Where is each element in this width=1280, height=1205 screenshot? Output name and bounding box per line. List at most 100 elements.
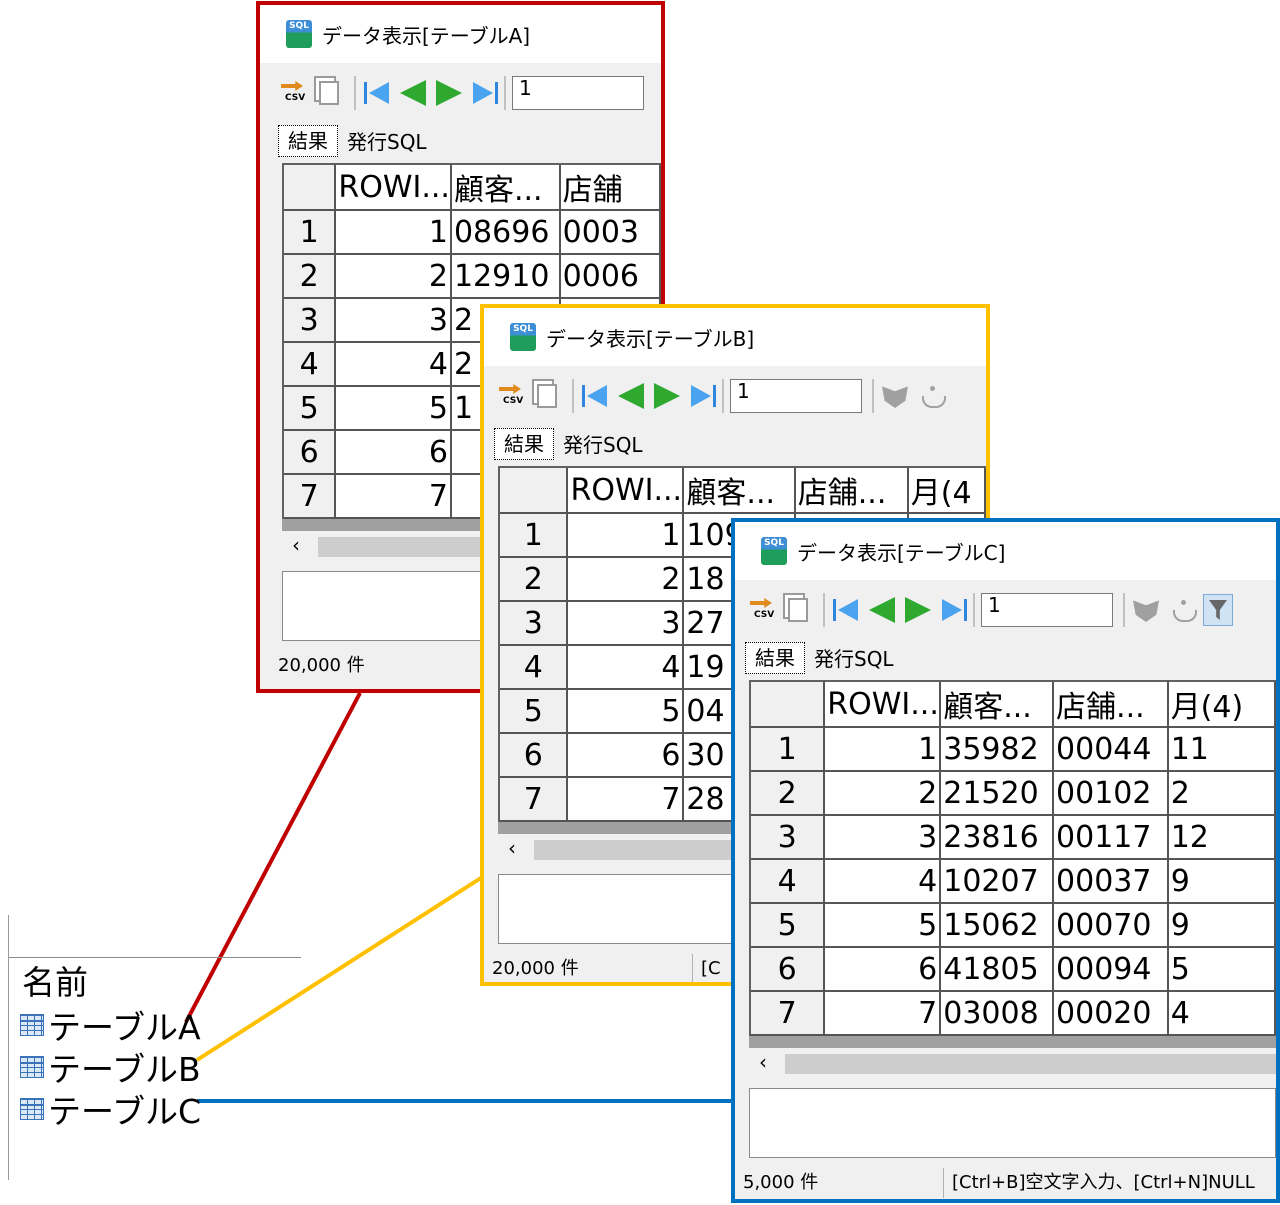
tab-result[interactable]: 結果: [745, 642, 805, 674]
cell[interactable]: 00102: [1053, 771, 1169, 816]
last-page-button[interactable]: [470, 78, 500, 108]
column-header[interactable]: 店舗...: [1053, 682, 1169, 728]
first-page-button[interactable]: [831, 595, 861, 625]
horizontal-scrollbar[interactable]: ‹: [749, 1036, 1276, 1080]
cell[interactable]: 00094: [1053, 947, 1169, 992]
row-header[interactable]: 2: [500, 557, 569, 602]
window-titlebar[interactable]: SQL データ表示[テーブルC]: [735, 522, 1276, 580]
cell[interactable]: 15062: [940, 903, 1055, 948]
cell[interactable]: 4: [335, 342, 452, 387]
table-row[interactable]: 7 7 03008 00020 4: [751, 991, 1276, 1036]
next-page-button[interactable]: [652, 381, 682, 411]
empty-string-button[interactable]: [1167, 595, 1197, 625]
row-header[interactable]: 1: [751, 727, 826, 772]
last-page-button[interactable]: [939, 595, 969, 625]
column-header[interactable]: ROWI...: [824, 682, 942, 728]
column-header[interactable]: 月(4: [907, 468, 986, 514]
cell[interactable]: 5: [824, 903, 942, 948]
cell[interactable]: 41805: [940, 947, 1055, 992]
page-number-input[interactable]: 1: [512, 76, 644, 110]
cell[interactable]: 4: [824, 859, 942, 904]
cell[interactable]: 35982: [940, 727, 1055, 772]
object-item-table-a[interactable]: テーブルA: [20, 1005, 201, 1047]
next-page-button[interactable]: [434, 78, 464, 108]
column-header[interactable]: 顧客...: [940, 682, 1055, 728]
table-row[interactable]: 4 4 10207 00037 9: [751, 859, 1276, 904]
scroll-left-icon[interactable]: ‹: [292, 531, 300, 559]
prev-page-button[interactable]: [867, 595, 897, 625]
cell[interactable]: 3: [824, 815, 942, 860]
table-row[interactable]: 3 3 23816 00117 12: [751, 815, 1276, 860]
object-item-table-c[interactable]: テーブルC: [20, 1089, 201, 1131]
cell[interactable]: 08696: [450, 210, 561, 255]
corner-cell[interactable]: [500, 468, 569, 514]
row-header[interactable]: 6: [751, 947, 826, 992]
cell[interactable]: 00044: [1053, 727, 1169, 772]
cell[interactable]: 00037: [1053, 859, 1169, 904]
table-row[interactable]: 2 2 21520 00102 2: [751, 771, 1276, 816]
tab-issued-sql[interactable]: 発行SQL: [554, 430, 652, 460]
row-header[interactable]: 4: [500, 645, 569, 690]
column-header[interactable]: 店舗...: [794, 468, 909, 514]
scroll-thumb[interactable]: [785, 1054, 1276, 1074]
cell[interactable]: 5: [1167, 947, 1276, 992]
row-header[interactable]: 2: [751, 771, 826, 816]
cell[interactable]: 4: [1167, 991, 1276, 1036]
corner-cell[interactable]: [284, 165, 337, 211]
csv-export-button[interactable]: CSV: [747, 595, 777, 625]
row-header[interactable]: 3: [751, 815, 826, 860]
row-header[interactable]: 7: [284, 474, 337, 519]
empty-string-button[interactable]: [916, 381, 946, 411]
first-page-button[interactable]: [580, 381, 610, 411]
scroll-left-icon[interactable]: ‹: [508, 834, 516, 862]
cell[interactable]: 1: [567, 513, 685, 558]
table-row[interactable]: 6 6 41805 00094 5: [751, 947, 1276, 992]
row-header[interactable]: 3: [284, 298, 337, 343]
cell[interactable]: 5: [335, 386, 452, 431]
tab-result[interactable]: 結果: [278, 125, 338, 157]
cell[interactable]: 5: [567, 689, 685, 734]
column-header[interactable]: 店舗: [559, 165, 661, 211]
row-header[interactable]: 7: [500, 777, 569, 822]
cell[interactable]: 23816: [940, 815, 1055, 860]
object-item-table-b[interactable]: テーブルB: [20, 1047, 201, 1089]
page-number-input[interactable]: 1: [730, 379, 862, 413]
cell[interactable]: 0006: [559, 254, 661, 299]
copy-button[interactable]: [532, 381, 562, 411]
window-titlebar[interactable]: SQL データ表示[テーブルA]: [260, 5, 661, 63]
row-header[interactable]: 5: [751, 903, 826, 948]
tab-issued-sql[interactable]: 発行SQL: [805, 644, 903, 674]
row-header[interactable]: 4: [751, 859, 826, 904]
cell[interactable]: 00020: [1053, 991, 1169, 1036]
column-header[interactable]: 顧客...: [450, 165, 561, 211]
column-header[interactable]: ROWI...: [567, 468, 685, 514]
cell[interactable]: 00070: [1053, 903, 1169, 948]
table-row[interactable]: 1 1 35982 00044 11: [751, 727, 1276, 772]
corner-cell[interactable]: [751, 682, 826, 728]
column-header[interactable]: ROWI...: [335, 165, 452, 211]
cell[interactable]: 21520: [940, 771, 1055, 816]
nullable-toggle-button[interactable]: [1131, 595, 1161, 625]
row-header[interactable]: 6: [284, 430, 337, 475]
row-header[interactable]: 1: [284, 210, 337, 255]
column-header[interactable]: 顧客...: [683, 468, 796, 514]
cell[interactable]: 6: [567, 733, 685, 778]
row-header[interactable]: 5: [500, 689, 569, 734]
cell[interactable]: 12910: [450, 254, 561, 299]
cell[interactable]: 4: [567, 645, 685, 690]
filter-button[interactable]: [1203, 594, 1233, 626]
prev-page-button[interactable]: [616, 381, 646, 411]
scroll-left-icon[interactable]: ‹: [759, 1048, 767, 1076]
cell[interactable]: 7: [567, 777, 685, 822]
cell[interactable]: 03008: [940, 991, 1055, 1036]
cell[interactable]: 6: [335, 430, 452, 475]
cell[interactable]: 12: [1167, 815, 1276, 860]
row-header[interactable]: 4: [284, 342, 337, 387]
cell[interactable]: 1: [824, 727, 942, 772]
cell[interactable]: 3: [567, 601, 685, 646]
row-header[interactable]: 7: [751, 991, 826, 1036]
cell[interactable]: 7: [824, 991, 942, 1036]
table-row[interactable]: 2 2 12910 0006: [284, 254, 661, 299]
row-header[interactable]: 2: [284, 254, 337, 299]
nullable-toggle-button[interactable]: [880, 381, 910, 411]
